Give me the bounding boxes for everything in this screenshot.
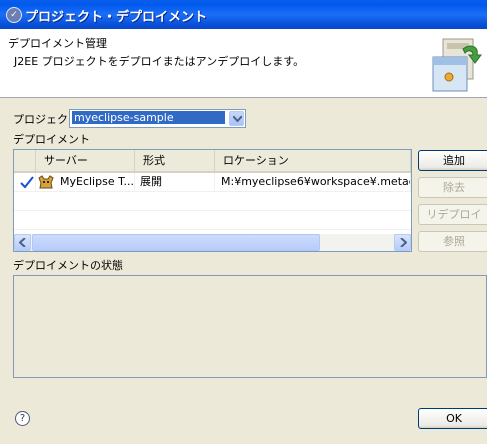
deployments-table[interactable]: サーバー 形式 ロケーション MyEclipse T... 展開 M:¥myec… bbox=[13, 149, 412, 252]
table-row[interactable]: MyEclipse T... 展開 M:¥myeclipse6¥workspac… bbox=[14, 173, 411, 192]
dialog-header: デプロイメント管理 J2EE プロジェクトをデプロイまたはアンデプロイします。 bbox=[0, 29, 487, 98]
window-title: プロジェクト・デプロイメント bbox=[25, 10, 208, 25]
deploy-icon: ✓ bbox=[6, 7, 22, 23]
deployment-banner-icon bbox=[432, 38, 482, 92]
project-combo[interactable]: myeclipse-sample bbox=[69, 109, 246, 128]
empty-row bbox=[14, 211, 411, 230]
deployments-label: デプロイメント bbox=[13, 133, 90, 146]
location-cell: M:¥myeclipse6¥workspace¥.metadata bbox=[215, 173, 411, 191]
column-header-server[interactable]: サーバー bbox=[36, 150, 135, 171]
status-textarea[interactable] bbox=[13, 275, 487, 378]
tomcat-icon bbox=[38, 175, 54, 189]
status-label: デプロイメントの状態 bbox=[13, 259, 123, 272]
horizontal-scrollbar[interactable] bbox=[14, 234, 411, 251]
column-header-location[interactable]: ロケーション bbox=[215, 150, 411, 171]
title-bar: ✓ プロジェクト・デプロイメント bbox=[0, 0, 487, 29]
scroll-right-button[interactable] bbox=[394, 234, 411, 251]
help-icon[interactable]: ? bbox=[15, 411, 30, 426]
check-icon bbox=[14, 173, 36, 191]
add-button[interactable]: 追加 bbox=[418, 150, 487, 171]
scroll-left-button[interactable] bbox=[14, 234, 31, 251]
header-description: J2EE プロジェクトをデプロイまたはアンデプロイします。 bbox=[14, 55, 305, 68]
remove-button[interactable]: 除去 bbox=[418, 177, 487, 198]
ok-button[interactable]: OK bbox=[418, 408, 487, 429]
column-header-status[interactable] bbox=[14, 150, 36, 171]
server-cell: MyEclipse T... bbox=[36, 173, 135, 191]
browse-button[interactable]: 参照 bbox=[418, 231, 487, 252]
header-title: デプロイメント管理 bbox=[8, 37, 107, 50]
table-header: サーバー 形式 ロケーション bbox=[14, 150, 411, 173]
scroll-thumb[interactable] bbox=[32, 234, 320, 251]
chevron-down-icon[interactable] bbox=[229, 111, 244, 126]
project-combo-value: myeclipse-sample bbox=[72, 111, 225, 124]
type-cell: 展開 bbox=[135, 173, 215, 191]
empty-row bbox=[14, 192, 411, 211]
column-header-type[interactable]: 形式 bbox=[135, 150, 215, 171]
redeploy-button[interactable]: リデプロイ bbox=[418, 204, 487, 225]
server-name: MyEclipse T... bbox=[60, 175, 134, 188]
